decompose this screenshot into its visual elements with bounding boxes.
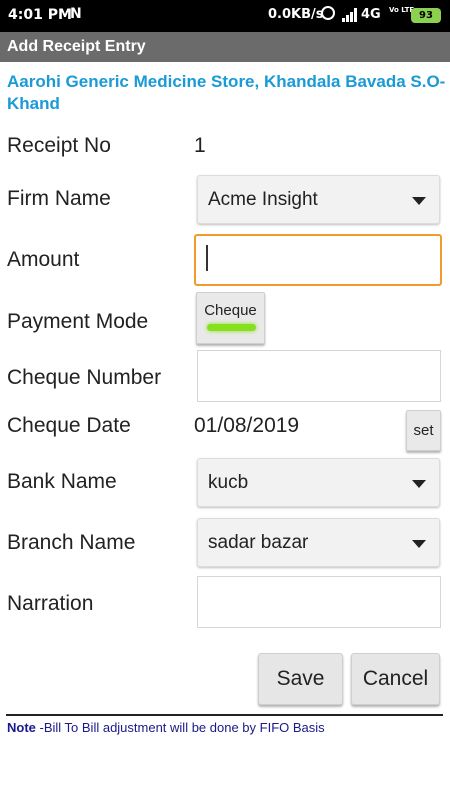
note-text: -Bill To Bill adjustment will be done by… [35, 720, 325, 735]
branch-name-value: sadar bazar [208, 532, 309, 553]
cancel-button[interactable]: Cancel [351, 653, 440, 705]
chevron-down-icon [412, 540, 426, 548]
bank-name-dropdown[interactable]: kucb [197, 458, 440, 507]
alarm-icon [321, 6, 335, 20]
page-title: Add Receipt Entry [7, 38, 146, 55]
divider [6, 714, 443, 716]
receipt-no-label: Receipt No [7, 134, 111, 157]
bank-name-value: kucb [208, 472, 249, 493]
store-name: Aarohi Generic Medicine Store, Khandala … [7, 72, 446, 113]
text-cursor [206, 245, 208, 271]
branch-name-dropdown[interactable]: sadar bazar [197, 518, 440, 567]
signal-icon [342, 8, 357, 22]
note-label: Note [7, 720, 36, 735]
bank-name-label: Bank Name [7, 470, 117, 493]
payment-mode-label: Payment Mode [7, 310, 149, 333]
cheque-number-label: Cheque Number [7, 366, 162, 389]
amount-label: Amount [7, 248, 80, 271]
battery-icon: 93 [411, 8, 441, 23]
receipt-no-value: 1 [194, 134, 206, 157]
title-bar: Add Receipt Entry [0, 32, 450, 62]
firm-name-label: Firm Name [7, 187, 111, 210]
cheque-number-input[interactable] [197, 350, 441, 402]
payment-mode-toggle[interactable]: Cheque [196, 292, 265, 344]
payment-mode-value: Cheque [204, 302, 257, 319]
network-speed: 0.0KB/s [268, 7, 324, 22]
firm-name-value: Acme Insight [208, 189, 318, 210]
branch-name-label: Branch Name [7, 531, 136, 554]
toggle-indicator [207, 324, 256, 331]
firm-name-dropdown[interactable]: Acme Insight [197, 175, 440, 224]
narration-input[interactable] [197, 576, 441, 628]
chevron-down-icon [412, 197, 426, 205]
amount-input[interactable] [194, 234, 442, 286]
cheque-date-label: Cheque Date [7, 414, 131, 437]
set-date-button[interactable]: set [406, 410, 441, 451]
status-time: 4:01 PM [8, 7, 72, 23]
notification-icon: N [70, 6, 82, 22]
network-type: 4G [361, 7, 381, 22]
footer-note: Note -Bill To Bill adjustment will be do… [7, 720, 325, 735]
narration-label: Narration [7, 592, 94, 615]
status-bar: 4:01 PM N 0.0KB/s 4G Vo LTE 93 [0, 0, 450, 32]
cheque-date-value: 01/08/2019 [194, 414, 300, 437]
save-button[interactable]: Save [258, 653, 343, 705]
chevron-down-icon [412, 480, 426, 488]
